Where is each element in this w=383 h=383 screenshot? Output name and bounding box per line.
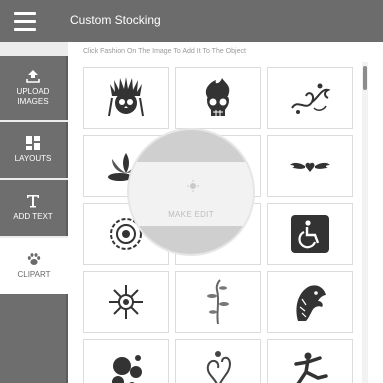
- clipart-tile-flower-burst[interactable]: [83, 271, 169, 333]
- make-edit-overlay[interactable]: MAKE EDIT: [127, 128, 255, 256]
- sidebar-item-label: ADD TEXT: [13, 212, 53, 221]
- sidebar-item-label: UPLOAD: [16, 87, 50, 96]
- floral-swirl-icon: [206, 351, 232, 383]
- headdress-skull-icon: [108, 77, 144, 117]
- sidebar: UPLOAD IMAGES LAYOUTS ADD TEXT CLIPART: [0, 42, 68, 383]
- paw-icon: [27, 252, 41, 266]
- flaming-skull-icon: [205, 78, 230, 116]
- clipart-tile-martial-artist[interactable]: [267, 339, 353, 383]
- martial-artist-icon: [294, 352, 328, 383]
- ornamental-swirl-icon: [291, 83, 331, 114]
- sidebar-filler: [0, 294, 68, 383]
- clipart-tile-flower-cluster[interactable]: [83, 339, 169, 383]
- wheelchair-sign-icon: [291, 215, 329, 253]
- clipart-tile-vine-plant[interactable]: [175, 271, 261, 333]
- clipart-tile-eagle-head[interactable]: [267, 271, 353, 333]
- sidebar-item-label: CLIPART: [17, 270, 51, 279]
- scrollbar-track[interactable]: [362, 62, 368, 383]
- overlay-band-top: [129, 130, 253, 162]
- clipart-tile-flaming-skull[interactable]: [175, 67, 261, 129]
- make-edit-label: MAKE EDIT: [168, 210, 214, 219]
- clipart-tile-wheelchair-sign[interactable]: [267, 203, 353, 265]
- sidebar-item-add-text[interactable]: ADD TEXT: [0, 180, 68, 236]
- app-header: Custom Stocking: [0, 0, 383, 42]
- clipart-tile-floral-swirl[interactable]: [175, 339, 261, 383]
- sun-icon: [187, 180, 199, 192]
- flower-burst-icon: [109, 285, 143, 319]
- clipart-tile-native-headdress-skull[interactable]: [83, 67, 169, 129]
- sidebar-item-layouts[interactable]: LAYOUTS: [0, 122, 68, 178]
- text-icon: [26, 194, 40, 208]
- flower-cluster-icon: [112, 355, 142, 383]
- page-title: Custom Stocking: [70, 13, 161, 27]
- clipart-hint: Click Fashion On The Image To Add It To …: [83, 48, 246, 55]
- sidebar-item-label: IMAGES: [17, 97, 49, 106]
- sidebar-item-upload-images[interactable]: UPLOAD IMAGES: [0, 56, 68, 120]
- overlay-band-bottom: [129, 226, 253, 254]
- scrollbar-thumb[interactable]: [363, 66, 367, 90]
- sidebar-item-clipart[interactable]: CLIPART: [0, 238, 68, 294]
- clipart-tile-ornamental-swirl[interactable]: [267, 67, 353, 129]
- layouts-icon: [26, 136, 40, 150]
- hamburger-menu-icon[interactable]: [0, 0, 50, 42]
- clipart-tile-winged-heart[interactable]: [267, 135, 353, 197]
- vine-plant-icon: [207, 279, 229, 325]
- sidebar-item-label: LAYOUTS: [14, 154, 52, 163]
- eagle-head-icon: [296, 285, 326, 321]
- upload-icon: [26, 69, 40, 83]
- winged-heart-icon: [290, 162, 330, 172]
